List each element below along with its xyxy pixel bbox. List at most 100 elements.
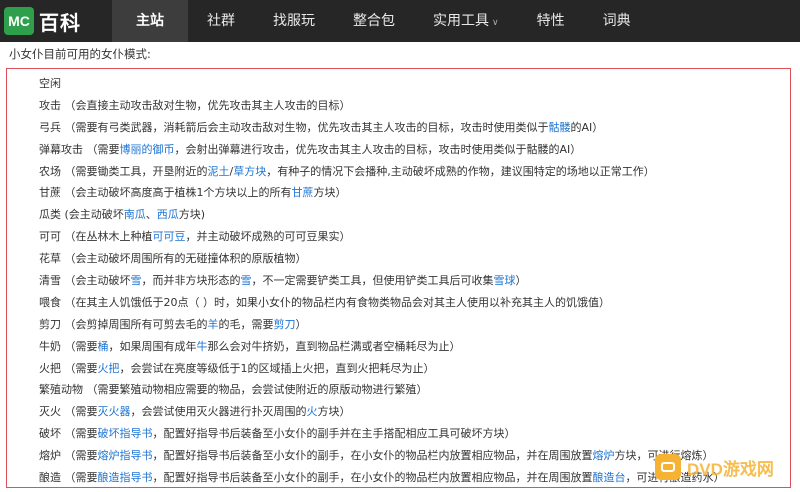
mode-text: 攻击 （会直接主动攻击敌对生物，优先攻击其主人攻击的目标） bbox=[39, 98, 351, 112]
mode-text: ，配置好指导书后装备至小女仆的副手，在小女仆的物品栏内放置相应物品，并在周围放置 bbox=[152, 471, 593, 485]
nav-item-label: 整合包 bbox=[353, 13, 395, 29]
mode-item: 火把 （需要火把，会尝试在亮度等级低于1的区域插上火把，直到火把耗尽为止） bbox=[39, 358, 790, 380]
mode-item: 破坏 （需要破坏指导书，配置好指导书后装备至小女仆的副手并在主手搭配相应工具可破… bbox=[39, 423, 790, 445]
top-navigation-bar: MC 百科 主站 社群 找服玩 整合包 实用工具 ∨ 特性 词典 bbox=[0, 0, 800, 42]
mode-text: 弹幕攻击 （需要 bbox=[39, 142, 120, 156]
wiki-link[interactable]: 博丽的御币 bbox=[120, 143, 175, 156]
mode-text: ，如果周围有成年 bbox=[108, 339, 197, 353]
nav-item-0[interactable]: 主站 bbox=[112, 0, 188, 42]
wiki-link[interactable]: 桶 bbox=[98, 340, 109, 353]
mode-text: ，并主动破坏成熟的可可豆果实） bbox=[185, 230, 351, 244]
nav-item-6[interactable]: 词典 bbox=[584, 0, 650, 42]
nav-item-1[interactable]: 社群 bbox=[188, 0, 254, 42]
wiki-link[interactable]: 可可豆 bbox=[153, 230, 186, 243]
mode-text: ，配置好指导书后装备至小女仆的副手，在小女仆的物品栏内放置相应物品，并在周围放置 bbox=[152, 449, 593, 463]
wiki-link[interactable]: 西瓜 bbox=[157, 208, 179, 221]
mode-text: 繁殖动物 （需要繁殖动物相应需要的物品，会尝试使附近的原版动物进行繁殖） bbox=[39, 383, 428, 397]
mode-text: 破坏 （需要 bbox=[39, 427, 98, 441]
wiki-link[interactable]: 酿造台 bbox=[593, 471, 626, 484]
mode-text: ，不一定需要铲类工具，但使用铲类工具后可收集 bbox=[251, 274, 494, 288]
mode-item: 空闲 bbox=[39, 73, 790, 95]
wiki-link[interactable]: 雪 bbox=[131, 274, 142, 287]
mode-text: ，会尝试使用灭火器进行扑灭周围的 bbox=[130, 405, 307, 419]
watermark: DVD游戏网 bbox=[655, 445, 795, 489]
mode-text: 瓜类 (会主动破坏 bbox=[39, 208, 124, 222]
mode-item: 喂食 （在其主人饥饿低于20点（ ）时，如果小女仆的物品栏内有食物类物品会对其主… bbox=[39, 292, 790, 314]
mode-text: 熔炉 （需要 bbox=[39, 449, 98, 463]
mode-text: ，配置好指导书后装备至小女仆的副手并在主手搭配相应工具可破坏方块） bbox=[152, 427, 516, 441]
mode-text: 、 bbox=[145, 208, 157, 222]
wiki-link[interactable]: 南瓜 bbox=[124, 208, 146, 221]
mode-item: 弓兵 （需要有弓类武器，消耗箭后会主动攻击敌对生物，优先攻击其主人攻击的目标，攻… bbox=[39, 117, 790, 139]
wiki-link[interactable]: 火把 bbox=[98, 362, 120, 375]
mode-text: ） bbox=[295, 317, 307, 331]
mode-text: 花草 （会主动破坏周围所有的无碰撞体积的原版植物） bbox=[39, 252, 307, 266]
mode-text: ，会尝试在亮度等级低于1的区域插上火把，直到火把耗尽为止） bbox=[119, 361, 435, 375]
mode-text: 空闲 bbox=[39, 77, 61, 90]
wiki-link[interactable]: 雪球 bbox=[494, 274, 516, 287]
mode-item: 灭火 （需要灭火器，会尝试使用灭火器进行扑灭周围的火方块） bbox=[39, 401, 790, 423]
wiki-link[interactable]: 熔炉 bbox=[593, 449, 615, 462]
mode-item: 繁殖动物 （需要繁殖动物相应需要的物品，会尝试使附近的原版动物进行繁殖） bbox=[39, 379, 790, 401]
site-logo[interactable]: MC 百科 bbox=[4, 6, 81, 36]
mode-text: 方块) bbox=[178, 208, 206, 222]
wiki-link[interactable]: 骷髅 bbox=[549, 121, 571, 134]
mode-text: 方块） bbox=[317, 405, 351, 419]
wiki-link[interactable]: 熔炉指导书 bbox=[98, 449, 153, 462]
nav-item-2[interactable]: 找服玩 bbox=[254, 0, 334, 42]
nav-item-label: 主站 bbox=[136, 13, 164, 29]
logo-text: 百科 bbox=[39, 10, 81, 35]
mode-text: 方块） bbox=[313, 186, 347, 200]
nav-item-label: 找服玩 bbox=[273, 13, 315, 29]
nav-item-3[interactable]: 整合包 bbox=[334, 0, 414, 42]
mode-text: 清雪 （会主动破坏 bbox=[39, 274, 131, 288]
wiki-link[interactable]: 酿造指导书 bbox=[98, 471, 153, 484]
mode-text: ，会射出弹幕进行攻击，优先攻击其主人攻击的目标，攻击时使用类似于骷髅的AI） bbox=[174, 142, 582, 156]
mode-text: 牛奶 （需要 bbox=[39, 339, 98, 353]
mode-text: ，有种子的情况下会播种,主动破坏成熟的作物，建议围特定的场地以正常工作） bbox=[266, 164, 655, 178]
mode-item: 攻击 （会直接主动攻击敌对生物，优先攻击其主人攻击的目标） bbox=[39, 95, 790, 117]
mode-text: ） bbox=[515, 274, 527, 288]
maid-modes-list: 空闲攻击 （会直接主动攻击敌对生物，优先攻击其主人攻击的目标） 弓兵 （需要有弓类… bbox=[7, 69, 790, 489]
wiki-link[interactable]: 破坏指导书 bbox=[98, 427, 153, 440]
wiki-link[interactable]: 草方块 bbox=[233, 165, 266, 178]
mode-item: 花草 （会主动破坏周围所有的无碰撞体积的原版植物） bbox=[39, 248, 790, 270]
maid-modes-box: 空闲攻击 （会直接主动攻击敌对生物，优先攻击其主人攻击的目标） 弓兵 （需要有弓类… bbox=[6, 68, 791, 488]
mode-text: 农场 （需要锄类工具，开垦附近的 bbox=[39, 164, 208, 178]
mode-text: 酿造 （需要 bbox=[39, 471, 98, 485]
mode-text: 灭火 （需要 bbox=[39, 405, 98, 419]
wiki-link[interactable]: 雪 bbox=[241, 274, 252, 287]
wiki-link[interactable]: 羊 bbox=[208, 318, 219, 331]
mode-text: 那么会对牛挤奶，直到物品栏满或者空桶耗尽为止） bbox=[207, 339, 461, 353]
watermark-text: DVD游戏网 bbox=[687, 459, 774, 479]
nav-item-5[interactable]: 特性 bbox=[518, 0, 584, 42]
mode-text: 剪刀 （会剪掉周围所有可剪去毛的 bbox=[39, 317, 208, 331]
wiki-link[interactable]: 火 bbox=[307, 405, 318, 418]
mode-item: 农场 （需要锄类工具，开垦附近的泥土/草方块，有种子的情况下会播种,主动破坏成熟… bbox=[39, 161, 790, 183]
mode-text: 的AI） bbox=[570, 120, 604, 134]
nav-item-label: 社群 bbox=[207, 13, 235, 29]
gamepad-icon bbox=[655, 454, 681, 480]
wiki-link[interactable]: 剪刀 bbox=[274, 318, 296, 331]
wiki-link[interactable]: 甘蔗 bbox=[292, 186, 314, 199]
wiki-link[interactable]: 泥土 bbox=[208, 165, 230, 178]
mode-item: 清雪 （会主动破坏雪，而并非方块形态的雪，不一定需要铲类工具，但使用铲类工具后可… bbox=[39, 270, 790, 292]
mode-item: 剪刀 （会剪掉周围所有可剪去毛的羊的毛，需要剪刀） bbox=[39, 314, 790, 336]
nav-item-4[interactable]: 实用工具 ∨ bbox=[414, 0, 518, 42]
mode-text: ，而并非方块形态的 bbox=[141, 274, 241, 288]
nav-item-label: 词典 bbox=[602, 13, 631, 29]
mode-text: 的毛，需要 bbox=[218, 317, 274, 331]
mode-text: 甘蔗 （会主动破坏高度高于植株1个方块以上的所有 bbox=[39, 186, 292, 200]
mode-item: 瓜类 (会主动破坏南瓜、西瓜方块) bbox=[39, 204, 790, 226]
mode-text: 弓兵 （需要有弓类武器，消耗箭后会主动攻击敌对生物，优先攻击其主人攻击的目标，攻… bbox=[39, 120, 549, 134]
nav-item-label: 特性 bbox=[536, 13, 565, 29]
wiki-link[interactable]: 牛 bbox=[197, 340, 208, 353]
nav-item-label: 实用工具 bbox=[433, 13, 489, 29]
chevron-down-icon: ∨ bbox=[492, 18, 499, 28]
mode-item: 牛奶 （需要桶，如果周围有成年牛那么会对牛挤奶，直到物品栏满或者空桶耗尽为止） bbox=[39, 336, 790, 358]
intro-text: 小女仆目前可用的女仆模式: bbox=[9, 47, 151, 61]
main-nav: 主站 社群 找服玩 整合包 实用工具 ∨ 特性 词典 bbox=[112, 0, 650, 42]
mode-text: 可可 （在丛林木上种植 bbox=[39, 230, 153, 244]
mode-item: 可可 （在丛林木上种植可可豆，并主动破坏成熟的可可豆果实） bbox=[39, 226, 790, 248]
wiki-link[interactable]: 灭火器 bbox=[98, 405, 131, 418]
